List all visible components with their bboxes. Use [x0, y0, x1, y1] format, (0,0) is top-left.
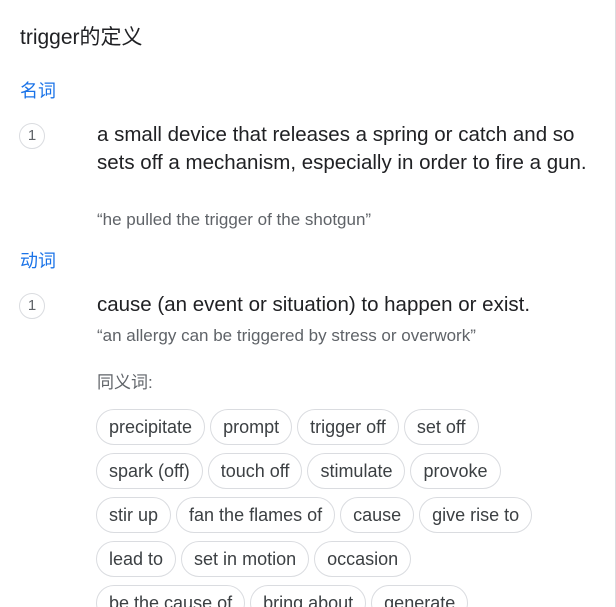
synonym-chip[interactable]: prompt [210, 409, 293, 445]
synonym-chip[interactable]: bring about [250, 585, 367, 607]
synonym-chip-row: be the cause of bring about generate [96, 585, 596, 607]
sense-number-badge: 1 [19, 293, 45, 319]
synonym-chip[interactable]: cause [340, 497, 415, 533]
pos-label-verb: 动词 [20, 251, 56, 271]
synonym-chip[interactable]: fan the flames of [176, 497, 336, 533]
synonym-chip-row: spark (off) touch off stimulate provoke [96, 453, 596, 489]
synonym-chip[interactable]: set off [403, 409, 479, 445]
pos-label-noun: 名词 [20, 81, 56, 101]
synonym-chip[interactable]: lead to [96, 541, 177, 577]
noun-example: “he pulled the trigger of the shotgun” [97, 210, 372, 229]
verb-definition: cause (an event or situation) to happen … [97, 293, 531, 316]
verb-example: “an allergy can be triggered by stress o… [97, 326, 476, 345]
synonym-chip[interactable]: precipitate [96, 409, 206, 445]
synonym-chip[interactable]: stir up [96, 497, 172, 533]
synonym-chip[interactable]: trigger off [297, 409, 399, 445]
dictionary-title: trigger的定义 [20, 26, 143, 49]
synonym-chip[interactable]: give rise to [419, 497, 533, 533]
synonym-chip-row: stir up fan the flames of cause give ris… [96, 497, 596, 533]
synonym-chip[interactable]: provoke [410, 453, 501, 489]
sense-number-badge: 1 [19, 123, 45, 149]
synonym-chip[interactable]: generate [371, 585, 469, 607]
synonym-chip[interactable]: spark (off) [96, 453, 203, 489]
synonym-chip-list: precipitate prompt trigger off set off s… [96, 409, 596, 607]
synonym-chip-row: lead to set in motion occasion [96, 541, 596, 577]
synonym-chip[interactable]: stimulate [307, 453, 406, 489]
synonym-chip[interactable]: touch off [207, 453, 303, 489]
synonyms-label: 同义词: [97, 373, 153, 392]
synonym-chip[interactable]: set in motion [181, 541, 310, 577]
dictionary-card: trigger的定义 名词 1 a small device that rele… [0, 0, 616, 607]
synonym-chip[interactable]: be the cause of [96, 585, 246, 607]
synonym-chip[interactable]: occasion [314, 541, 412, 577]
noun-definition: a small device that releases a spring or… [97, 123, 587, 174]
synonym-chip-row: precipitate prompt trigger off set off [96, 409, 596, 445]
